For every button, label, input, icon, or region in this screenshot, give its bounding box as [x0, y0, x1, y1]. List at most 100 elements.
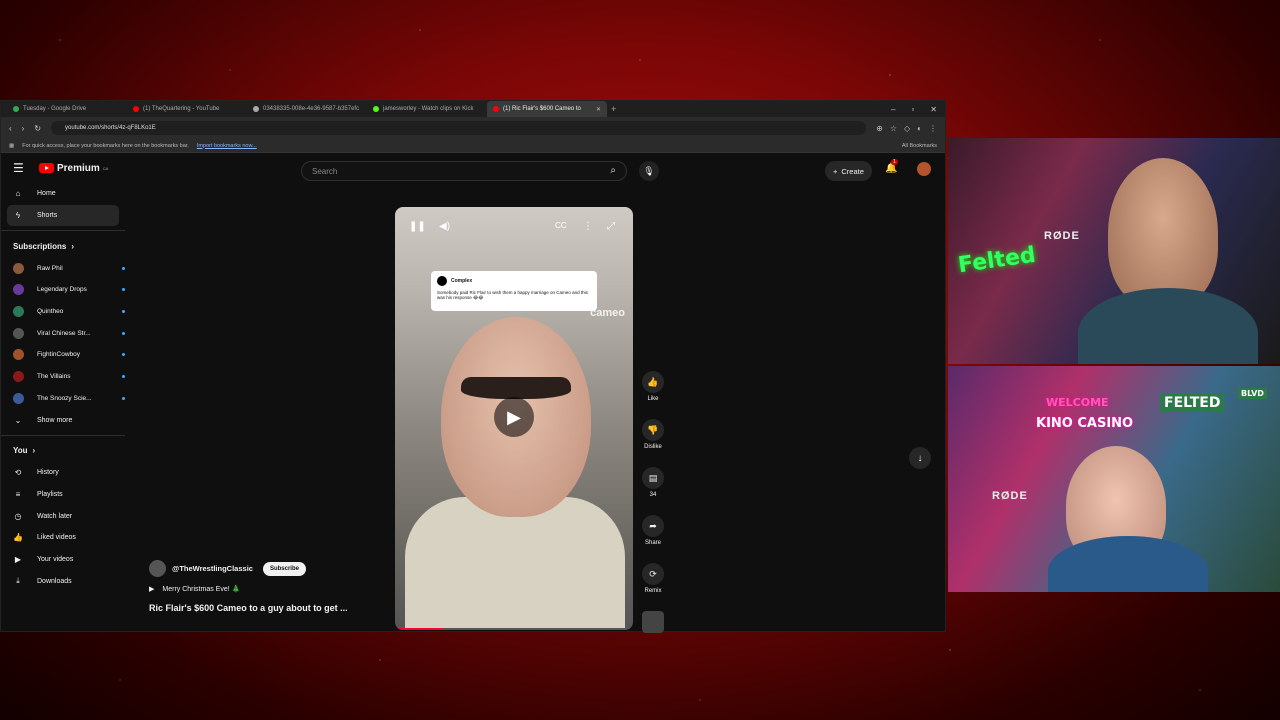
sidebar-channel-snoozy[interactable]: The Snoozy Scie... [1, 388, 125, 410]
sidebar-item-watch-later[interactable]: ◷ Watch later [1, 505, 125, 527]
profile-icon[interactable]: ◐ [917, 124, 922, 133]
channel-name[interactable]: @TheWrestlingClassic [172, 564, 253, 573]
subscriptions-heading[interactable]: Subscriptions › [1, 235, 125, 257]
you-heading[interactable]: You › [1, 440, 125, 462]
short-metadata: @TheWrestlingClassic Subscribe ▶ Merry Ch… [149, 560, 389, 613]
tab-thequartering[interactable]: (1) TheQuartering - YouTube [127, 101, 247, 117]
search-input[interactable]: Search ⌕ [301, 161, 627, 181]
sidebar-item-your-videos[interactable]: ▶ Your videos [1, 549, 125, 571]
more-options-icon[interactable]: ⋮ [583, 221, 593, 232]
sidebar-item-playlists[interactable]: ≡ Playlists [1, 484, 125, 506]
chevron-right-icon: › [71, 241, 75, 251]
tab-ric-flair[interactable]: (1) Ric Flair's $600 Cameo to ✕ [487, 101, 607, 117]
shorts-video-player[interactable]: ❚❚ ◀) CC ⋮ ⤢ Complex Somebody paid Ric F… [395, 207, 633, 630]
dislike-button[interactable]: 👎 Dislike [639, 419, 667, 467]
import-bookmarks-link[interactable]: Import bookmarks now... [197, 143, 257, 149]
back-icon[interactable]: ‹ [9, 124, 12, 133]
drive-icon [13, 106, 19, 112]
thumbs-down-icon: 👎 [642, 419, 664, 441]
playlist-icon: ≡ [15, 489, 21, 499]
sidebar-item-shorts[interactable]: ϟ Shorts [7, 204, 119, 227]
extensions: ⊕ ☆ ◇ ◐ ⋮ [876, 124, 937, 133]
sidebar-item-home[interactable]: ⌂ Home [1, 183, 125, 205]
sidebar-channel-viral-chinese[interactable]: Viral Chinese Str... [1, 322, 125, 344]
maximize-icon[interactable]: ▫ [911, 105, 914, 114]
tab-google-drive[interactable]: Tuesday - Google Drive [7, 101, 127, 117]
music-link[interactable]: ▶ Merry Christmas Eve! 🎄 [149, 585, 389, 593]
share-icon: ➦ [642, 515, 664, 537]
url-field[interactable]: youtube.com/shorts/4z-qF8LKo1E [51, 121, 867, 135]
like-button[interactable]: 👍 Like [639, 371, 667, 419]
channel-avatar [13, 371, 24, 383]
play-icon[interactable]: ▶ [494, 397, 534, 437]
volume-icon[interactable]: ◀) [439, 221, 450, 232]
tab-file[interactable]: 03438335-008e-4e36-9587-b357efc [247, 101, 367, 117]
sidebar-item-downloads[interactable]: ⤓ Downloads [1, 570, 125, 592]
apps-icon[interactable]: ▦ [9, 143, 14, 149]
all-bookmarks[interactable]: All Bookmarks [902, 143, 937, 149]
pause-icon[interactable]: ❚❚ [409, 221, 426, 232]
sidebar-channel-the-villains[interactable]: The Villains [1, 366, 125, 388]
sidebar: ⌂ Home ϟ Shorts Subscriptions › Raw Phil Le… [1, 183, 125, 631]
notification-badge: 1 [891, 159, 898, 165]
sidebar-item-liked-videos[interactable]: 👍 Liked videos [1, 527, 125, 549]
captions-icon[interactable]: CC [555, 221, 567, 230]
tab-kick[interactable]: jamesworley - Watch clips on Kick [367, 101, 487, 117]
account-avatar[interactable] [917, 162, 931, 176]
comments-button[interactable]: ▤ 34 [639, 467, 667, 515]
share-button[interactable]: ➦ Share [639, 515, 667, 563]
fullscreen-icon[interactable]: ⤢ [607, 221, 615, 232]
create-button[interactable]: + Create [825, 161, 872, 181]
channel-avatar [13, 392, 24, 404]
video-progress-bar[interactable] [395, 628, 633, 630]
sign-felted: FELTED [1160, 394, 1225, 412]
subscribe-button[interactable]: Subscribe [262, 561, 306, 576]
minimize-icon[interactable]: – [891, 105, 895, 114]
microphone-icon[interactable]: 🎙 [639, 161, 659, 181]
channel-avatar [13, 284, 24, 296]
live-dot [122, 331, 125, 335]
live-dot [122, 353, 125, 357]
more-icon[interactable]: ⋮ [929, 124, 937, 133]
webcam-bottom: WELCOME KINO CASINO FELTED BLVD RØDE [948, 366, 1280, 592]
close-tab-icon[interactable]: ✕ [596, 106, 601, 113]
divider [1, 434, 125, 436]
sidebar-channel-raw-phil[interactable]: Raw Phil [1, 257, 125, 279]
shorts-action-bar: 👍 Like 👎 Dislike ▤ 34 ➦ Share ⟳ Remix [639, 371, 667, 659]
sidebar-channel-quintheo[interactable]: Quintheo [1, 301, 125, 323]
notifications-bell-icon[interactable]: 🔔 1 [885, 159, 898, 174]
youtube-premium-logo[interactable]: Premium CA [39, 163, 108, 174]
short-title[interactable]: Ric Flair's $600 Cameo to a guy about to… [149, 603, 389, 613]
progress-fill [395, 628, 443, 630]
hamburger-menu-icon[interactable]: ☰ [13, 161, 27, 175]
chevron-right-icon: › [32, 446, 36, 456]
live-dot [122, 288, 125, 292]
sign-welcome: WELCOME [1046, 396, 1109, 409]
remix-button[interactable]: ⟳ Remix [639, 563, 667, 611]
sign-kino-casino: KINO CASINO [1036, 416, 1134, 431]
channel-avatar[interactable] [149, 560, 166, 577]
live-dot [122, 310, 125, 314]
zoom-icon[interactable]: ⊕ [876, 124, 883, 133]
puzzle-icon[interactable]: ◇ [904, 124, 910, 133]
reload-icon[interactable]: ↻ [34, 124, 41, 133]
youtube-icon [133, 106, 139, 112]
channel-avatar [13, 349, 24, 361]
youtube-icon [493, 106, 499, 112]
mic-brand-label: RØDE [1044, 230, 1080, 242]
close-window-icon[interactable]: ✕ [930, 105, 937, 114]
plus-icon: + [833, 166, 838, 176]
next-short-arrow-icon[interactable]: ↓ [909, 447, 931, 469]
live-dot [122, 266, 125, 270]
webcam-top: Felted RØDE [948, 138, 1280, 364]
show-more-button[interactable]: ⌄ Show more [1, 409, 125, 431]
star-icon[interactable]: ☆ [890, 124, 897, 133]
sidebar-item-history[interactable]: ⟲ History [1, 462, 125, 484]
sidebar-channel-legendary-drops[interactable]: Legendary Drops [1, 279, 125, 301]
sound-thumbnail[interactable] [639, 611, 667, 659]
search-icon[interactable]: ⌕ [610, 165, 616, 176]
new-tab-icon[interactable]: + [611, 104, 616, 114]
sidebar-channel-fightincowboy[interactable]: FightinCowboy [1, 344, 125, 366]
forward-icon[interactable]: › [22, 124, 25, 133]
download-icon: ⤓ [16, 576, 20, 586]
